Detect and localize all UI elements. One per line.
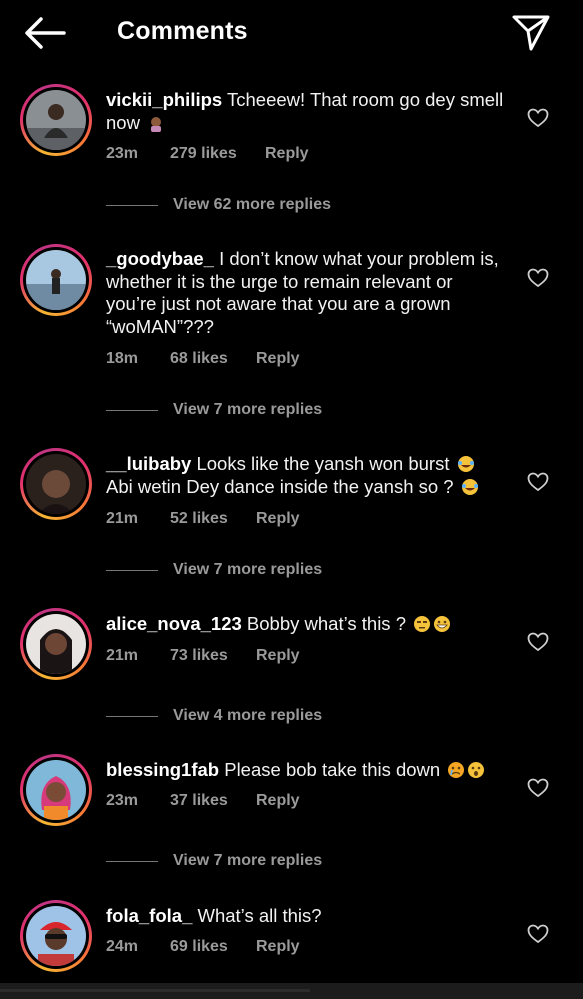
facepalm-emoji-icon [147,114,165,132]
avatar[interactable] [20,608,92,680]
divider [106,716,158,717]
comment-likes[interactable]: 37 likes [170,792,228,810]
comment-text: _goodybae_ I don’t know what your proble… [106,248,506,338]
laughing-emoji-icon [461,478,479,496]
comment-text: alice_nova_123 Bobby what’s this ? [106,613,506,636]
comment-time: 23m [106,792,139,809]
view-replies-label: View 7 more replies [173,401,323,418]
heart-outline-icon[interactable] [527,632,549,652]
divider [106,570,158,571]
comment-likes[interactable]: 73 likes [170,647,228,665]
divider [106,205,158,206]
comment-time: 21m [106,647,139,664]
comment-username[interactable]: alice_nova_123 [106,613,242,634]
comment-text: __luibaby Looks like the yansh won burst… [106,453,516,498]
comment-likes[interactable]: 279 likes [170,145,237,163]
comment-body-line-2: Abi wetin Dey dance inside the yansh so … [106,475,454,497]
comment-text: vickii_philips Tcheeew! That room go dey… [106,89,506,134]
view-replies-label: View 7 more replies [173,852,323,869]
divider [106,410,158,411]
comment-username[interactable]: vickii_philips [106,89,222,110]
comment-likes[interactable]: 69 likes [170,938,228,956]
scrollbar-thumb[interactable] [0,989,310,992]
reply-button[interactable]: Reply [256,510,300,528]
comment-username[interactable]: _goodybae_ [106,248,214,269]
unamused-emoji-icon [413,615,431,633]
heart-outline-icon[interactable] [527,472,549,492]
astonished-emoji-icon [467,761,485,779]
comment-body: Looks like the yansh won burst [196,453,450,474]
avatar[interactable] [20,754,92,826]
bottom-scrollbar[interactable] [0,983,583,999]
view-replies-label: View 62 more replies [173,196,332,213]
send-icon[interactable] [510,12,552,52]
crying-emoji-icon [447,761,465,779]
reply-button[interactable]: Reply [256,350,300,368]
reply-button[interactable]: Reply [256,647,300,665]
heart-outline-icon[interactable] [527,778,549,798]
back-arrow-icon[interactable] [24,16,66,50]
avatar[interactable] [20,448,92,520]
view-replies-label: View 7 more replies [173,561,323,578]
reply-button[interactable]: Reply [256,792,300,810]
comment-username[interactable]: __luibaby [106,453,191,474]
view-replies-label: View 4 more replies [173,707,323,724]
comments-header: Comments [0,0,583,66]
reply-button[interactable]: Reply [265,145,309,163]
comment-likes[interactable]: 52 likes [170,510,228,528]
comment-body: Please bob take this down [224,759,441,780]
comment-time: 21m [106,510,139,527]
comment-username[interactable]: blessing1fab [106,759,219,780]
comment-body: What’s all this? [197,905,322,926]
heart-outline-icon[interactable] [527,268,549,288]
page-title: Comments [117,17,248,45]
comment-username[interactable]: fola_fola_ [106,905,192,926]
grinning-emoji-icon [433,615,451,633]
divider [106,861,158,862]
comment-text: blessing1fab Please bob take this down [106,759,506,782]
comment-body: Bobby what’s this ? [246,613,406,634]
comment-text: fola_fola_ What’s all this? [106,905,506,928]
comment-time: 18m [106,350,139,367]
laughing-emoji-icon [457,455,475,473]
heart-outline-icon[interactable] [527,108,549,128]
avatar[interactable] [20,84,92,156]
reply-button[interactable]: Reply [256,938,300,956]
comment-time: 24m [106,938,139,955]
avatar[interactable] [20,900,92,972]
comment-likes[interactable]: 68 likes [170,350,228,368]
heart-outline-icon[interactable] [527,924,549,944]
avatar[interactable] [20,244,92,316]
comment-time: 23m [106,145,139,162]
